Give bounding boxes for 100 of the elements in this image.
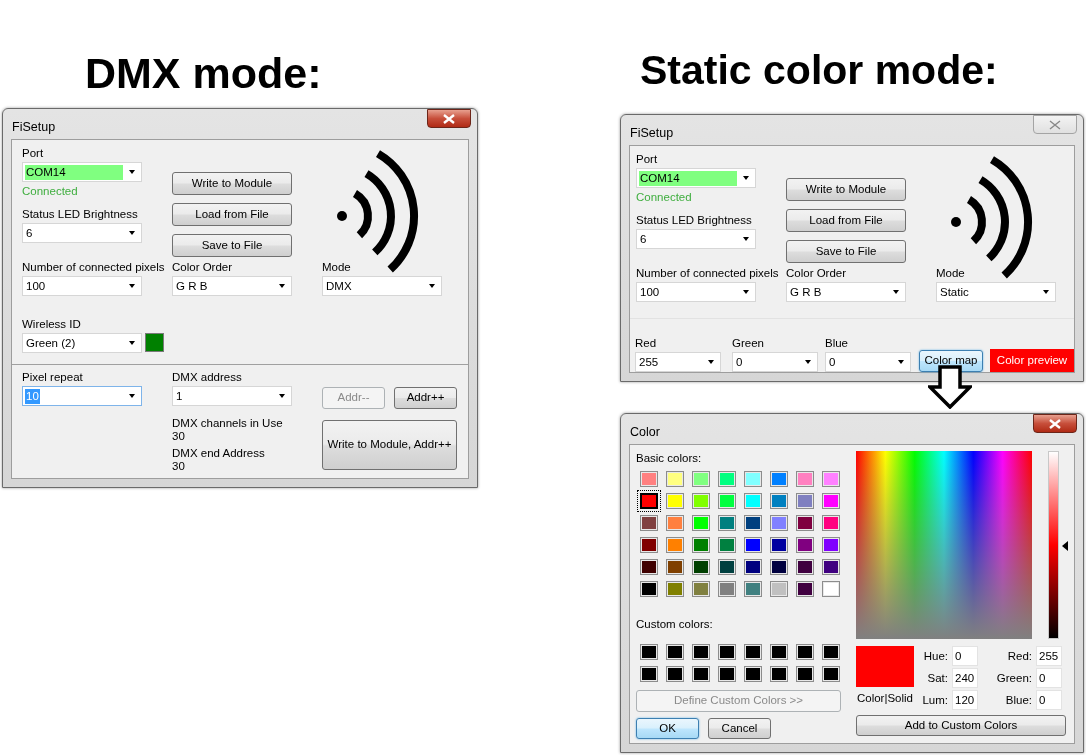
color-swatch[interactable] (666, 515, 684, 531)
dropdown[interactable]: G R B (786, 282, 906, 302)
color-swatch[interactable] (640, 471, 658, 487)
color-swatch[interactable] (640, 493, 658, 509)
color-swatch[interactable] (640, 666, 658, 682)
color-swatch[interactable] (744, 644, 762, 660)
color-swatch[interactable] (822, 644, 840, 660)
color-swatch[interactable] (822, 493, 840, 509)
color-swatch[interactable] (718, 493, 736, 509)
number-field[interactable]: 0 (1036, 690, 1062, 710)
color-swatch[interactable] (744, 537, 762, 553)
color-swatch[interactable] (640, 581, 658, 597)
action-button[interactable]: Write to Module (786, 178, 906, 201)
color-swatch[interactable] (692, 644, 710, 660)
color-swatch[interactable] (640, 559, 658, 575)
number-field[interactable]: 0 (952, 646, 978, 666)
color-swatch[interactable] (692, 493, 710, 509)
color-swatch[interactable] (822, 559, 840, 575)
dropdown[interactable]: 0 (732, 352, 818, 372)
color-swatch[interactable] (744, 581, 762, 597)
slider-arrow-icon[interactable] (1062, 541, 1068, 551)
color-swatch[interactable] (640, 515, 658, 531)
action-button[interactable]: Save to File (786, 240, 906, 263)
dropdown[interactable]: 100 (636, 282, 756, 302)
number-field[interactable]: 120 (952, 690, 978, 710)
dropdown[interactable]: 0 (825, 352, 911, 372)
dropdown[interactable]: 100 (22, 276, 142, 296)
color-swatch[interactable] (796, 666, 814, 682)
color-swatch[interactable] (822, 581, 840, 597)
color-swatch[interactable] (692, 515, 710, 531)
color-swatch[interactable] (666, 559, 684, 575)
color-swatch[interactable] (796, 581, 814, 597)
close-button[interactable] (1033, 414, 1077, 433)
action-button[interactable]: Load from File (786, 209, 906, 232)
dropdown[interactable]: DMX (322, 276, 442, 296)
ok-button[interactable]: OK (636, 718, 699, 739)
color-swatch[interactable] (770, 559, 788, 575)
color-swatch[interactable] (718, 666, 736, 682)
address-button[interactable]: Addr++ (394, 387, 457, 409)
color-swatch[interactable] (666, 666, 684, 682)
color-swatch[interactable] (640, 644, 658, 660)
color-swatch[interactable] (692, 559, 710, 575)
color-swatch[interactable] (718, 581, 736, 597)
color-swatch[interactable] (744, 471, 762, 487)
action-button[interactable]: Write to Module (172, 172, 292, 195)
color-swatch[interactable] (744, 515, 762, 531)
color-swatch[interactable] (718, 471, 736, 487)
color-swatch[interactable] (822, 537, 840, 553)
number-field[interactable]: 240 (952, 668, 978, 688)
color-swatch[interactable] (718, 644, 736, 660)
action-button[interactable]: Load from File (172, 203, 292, 226)
color-swatch[interactable] (692, 581, 710, 597)
number-field[interactable]: 0 (1036, 668, 1062, 688)
color-swatch[interactable] (692, 537, 710, 553)
add-custom-color-button[interactable]: Add to Custom Colors (856, 715, 1066, 736)
color-swatch[interactable] (666, 537, 684, 553)
dropdown[interactable]: 6 (22, 223, 142, 243)
color-swatch[interactable] (796, 559, 814, 575)
color-swatch[interactable] (770, 537, 788, 553)
dropdown[interactable]: 255 (635, 352, 721, 372)
dropdown[interactable]: G R B (172, 276, 292, 296)
color-swatch[interactable] (640, 537, 658, 553)
color-swatch[interactable] (744, 559, 762, 575)
action-button[interactable]: Save to File (172, 234, 292, 257)
color-swatch[interactable] (718, 537, 736, 553)
color-swatch[interactable] (822, 515, 840, 531)
color-swatch[interactable] (744, 666, 762, 682)
color-swatch[interactable] (666, 493, 684, 509)
number-field[interactable]: 255 (1036, 646, 1062, 666)
color-swatch[interactable] (770, 666, 788, 682)
color-swatch[interactable] (666, 471, 684, 487)
color-swatch[interactable] (744, 493, 762, 509)
color-swatch[interactable] (666, 644, 684, 660)
dropdown[interactable]: COM14 (636, 168, 756, 188)
cancel-button[interactable]: Cancel (708, 718, 771, 739)
color-swatch[interactable] (796, 515, 814, 531)
color-swatch[interactable] (770, 515, 788, 531)
write-next-button[interactable]: Write to Module, Addr++ (322, 420, 457, 470)
dropdown[interactable]: COM14 (22, 162, 142, 182)
color-swatch[interactable] (666, 581, 684, 597)
color-swatch[interactable] (770, 581, 788, 597)
color-map-button[interactable]: Color map (919, 350, 983, 372)
color-swatch[interactable] (822, 666, 840, 682)
color-swatch[interactable] (692, 666, 710, 682)
dropdown[interactable]: Static (936, 282, 1056, 302)
color-swatch[interactable] (796, 493, 814, 509)
color-swatch[interactable] (718, 515, 736, 531)
dropdown[interactable]: Green (2) (22, 333, 142, 353)
color-swatch[interactable] (718, 559, 736, 575)
color-swatch[interactable] (692, 471, 710, 487)
color-swatch[interactable] (770, 493, 788, 509)
color-swatch[interactable] (796, 537, 814, 553)
color-swatch[interactable] (770, 644, 788, 660)
color-spectrum[interactable] (856, 451, 1032, 639)
color-swatch[interactable] (796, 471, 814, 487)
close-button[interactable] (427, 109, 471, 128)
color-swatch[interactable] (796, 644, 814, 660)
dropdown[interactable]: 1 (172, 386, 292, 406)
color-swatch[interactable] (822, 471, 840, 487)
color-swatch[interactable] (770, 471, 788, 487)
